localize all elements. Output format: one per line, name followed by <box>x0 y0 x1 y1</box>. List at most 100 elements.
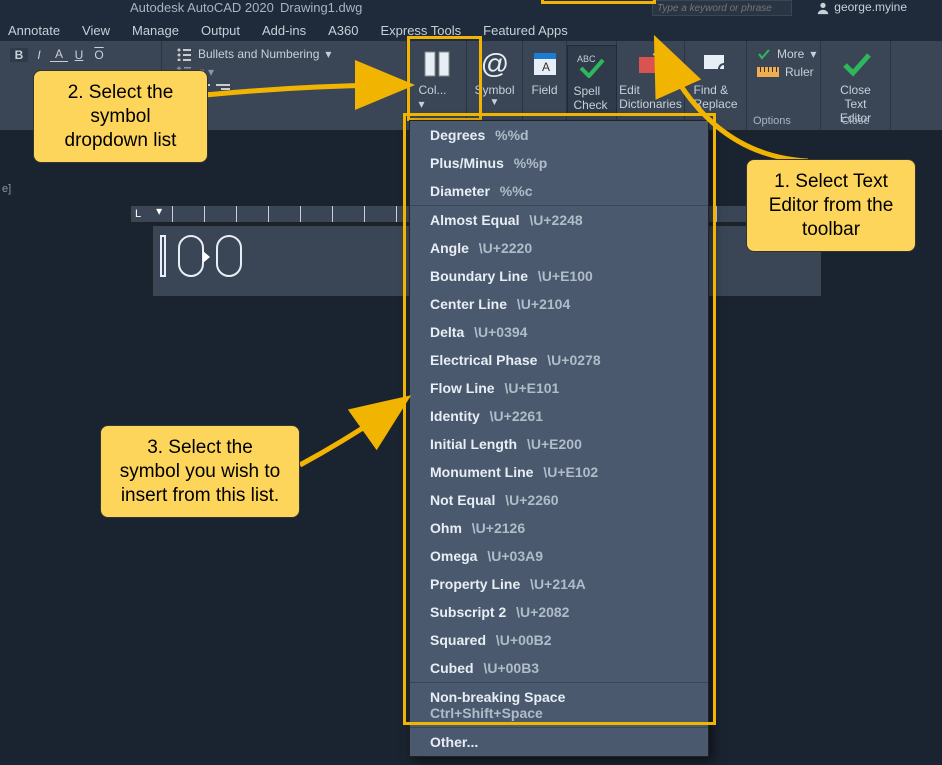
symbol-item-label: Identity <box>430 408 480 424</box>
symbol-item-label: Ohm <box>430 520 462 536</box>
check-icon-large <box>841 51 871 77</box>
symbol-item-label: Initial Length <box>430 436 517 452</box>
menu-output[interactable]: Output <box>201 23 240 38</box>
symbol-button[interactable]: @ Symbol ▼ <box>469 45 521 110</box>
callout-2: 2. Select the symbol dropdown list <box>33 70 208 163</box>
field-label: Field <box>531 83 557 97</box>
symbol-item-delta[interactable]: Delta \U+0394 <box>410 318 708 346</box>
user-label[interactable]: george.myine <box>816 0 907 15</box>
symbol-item-label: Monument Line <box>430 464 533 480</box>
left-hint: e] <box>2 183 11 195</box>
symbol-item-code: \U+E101 <box>495 380 560 396</box>
symbol-item-identity[interactable]: Identity \U+2261 <box>410 402 708 430</box>
symbol-item-label: Flow Line <box>430 380 495 396</box>
symbol-item-code: \U+0394 <box>464 324 527 340</box>
symbol-item-squared[interactable]: Squared \U+00B2 <box>410 626 708 654</box>
symbol-item-cubed[interactable]: Cubed \U+00B3 <box>410 654 708 682</box>
symbol-item-monument-line[interactable]: Monument Line \U+E102 <box>410 458 708 486</box>
menu-manage[interactable]: Manage <box>132 23 179 38</box>
check-abc-icon: ABC <box>577 52 607 78</box>
symbol-item-other-[interactable]: Other... <box>410 728 708 756</box>
symbol-item-label: Electrical Phase <box>430 352 537 368</box>
bullets-numbering[interactable]: Bullets and Numbering ▾ <box>172 45 335 63</box>
keyword-search[interactable] <box>652 0 792 16</box>
symbol-item-ohm[interactable]: Ohm \U+2126 <box>410 514 708 542</box>
arrow-1 <box>648 36 828 176</box>
font-buttons[interactable]: B I A U O <box>6 45 112 64</box>
symbol-item-center-line[interactable]: Center Line \U+2104 <box>410 290 708 318</box>
symbol-item-angle[interactable]: Angle \U+2220 <box>410 234 708 262</box>
symbol-item-electrical-phase[interactable]: Electrical Phase \U+0278 <box>410 346 708 374</box>
symbol-item-label: Property Line <box>430 576 520 592</box>
symbol-item-label: Cubed <box>430 660 474 676</box>
menu-view[interactable]: View <box>82 23 110 38</box>
field-icon: A <box>532 51 558 77</box>
at-icon: @ <box>480 48 508 80</box>
symbol-item-boundary-line[interactable]: Boundary Line \U+E100 <box>410 262 708 290</box>
symbol-item-almost-equal[interactable]: Almost Equal \U+2248 <box>410 206 708 234</box>
callout-1: 1. Select Text Editor from the toolbar <box>746 159 916 252</box>
symbol-item-not-equal[interactable]: Not Equal \U+2260 <box>410 486 708 514</box>
spell-check-button[interactable]: ABC Spell Check <box>567 45 617 115</box>
menu-annotate[interactable]: Annotate <box>8 23 60 38</box>
menu-a360[interactable]: A360 <box>328 23 358 38</box>
symbol-item-code: \U+2260 <box>495 492 558 508</box>
symbol-item-omega[interactable]: Omega \U+03A9 <box>410 542 708 570</box>
symbol-item-label: Delta <box>430 324 464 340</box>
arrow-3 <box>295 395 415 475</box>
symbol-item-code: \U+214A <box>520 576 586 592</box>
symbol-item-label: Omega <box>430 548 477 564</box>
symbol-item-initial-length[interactable]: Initial Length \U+E200 <box>410 430 708 458</box>
menu-express-tools[interactable]: Express Tools <box>380 23 461 38</box>
drawing-name: Drawing1.dwg <box>280 0 362 15</box>
symbol-item-code: \U+2261 <box>480 408 543 424</box>
symbol-item-label: Almost Equal <box>430 212 519 228</box>
symbol-dropdown[interactable]: Degrees %%dPlus/Minus %%pDiameter %%cAlm… <box>409 120 709 757</box>
symbol-item-code: \U+2248 <box>519 212 582 228</box>
symbol-item-code: \U+0278 <box>537 352 600 368</box>
symbol-item-code: \U+00B2 <box>486 632 552 648</box>
symbol-item-code: \U+E102 <box>533 464 598 480</box>
symbol-item-label: Boundary Line <box>430 268 528 284</box>
close-panel-label: Close <box>841 115 869 127</box>
symbol-item-code: \U+2126 <box>462 520 525 536</box>
symbol-item-label: Not Equal <box>430 492 495 508</box>
symbol-item-label: Diameter <box>430 183 490 199</box>
symbol-item-code: %%d <box>485 127 528 143</box>
symbol-item-code: \U+2220 <box>469 240 532 256</box>
symbol-item-code: \U+E100 <box>528 268 593 284</box>
symbol-item-label: Subscript 2 <box>430 604 506 620</box>
chevron-down-icon: ▼ <box>490 97 500 108</box>
spell-label: Spell Check <box>574 84 610 112</box>
svg-text:A: A <box>542 60 550 74</box>
field-button[interactable]: A Field <box>521 45 569 99</box>
bullets-icon <box>176 47 192 61</box>
symbol-item-flow-line[interactable]: Flow Line \U+E101 <box>410 374 708 402</box>
columns-icon <box>423 50 451 78</box>
symbol-item-label: Degrees <box>430 127 485 143</box>
ruler-l-marker: L <box>131 208 141 220</box>
arrow-2 <box>200 80 420 110</box>
symbol-item-property-line[interactable]: Property Line \U+214A <box>410 570 708 598</box>
symbol-item-subscript-2[interactable]: Subscript 2 \U+2082 <box>410 598 708 626</box>
app-title: Autodesk AutoCAD 2020 <box>130 0 274 15</box>
svg-text:ABC: ABC <box>577 54 596 64</box>
symbol-item-non-breaking-space[interactable]: Non-breaking Space Ctrl+Shift+Space <box>410 683 708 727</box>
symbol-label: Symbol <box>475 83 515 97</box>
paragraph-indent-icon[interactable]: ▾ <box>156 204 162 218</box>
bullets-label: Bullets and Numbering <box>198 47 319 61</box>
symbol-item-label: Center Line <box>430 296 507 312</box>
symbol-item-code: \U+2082 <box>506 604 569 620</box>
symbol-item-label: Angle <box>430 240 469 256</box>
chevron-down-icon: ▾ <box>325 47 331 61</box>
menu-add-ins[interactable]: Add-ins <box>262 23 306 38</box>
menu-featured-apps[interactable]: Featured Apps <box>483 23 568 38</box>
symbol-item-label: Squared <box>430 632 486 648</box>
symbol-item-diameter[interactable]: Diameter %%c <box>410 177 708 205</box>
symbol-item-code: \U+2104 <box>507 296 570 312</box>
symbol-item-code: \U+00B3 <box>474 660 540 676</box>
symbol-item-code: \U+E200 <box>517 436 582 452</box>
symbol-item-code: %%c <box>490 183 533 199</box>
symbol-item-code: %%p <box>504 155 547 171</box>
callout-3: 3. Select the symbol you wish to insert … <box>100 425 300 518</box>
